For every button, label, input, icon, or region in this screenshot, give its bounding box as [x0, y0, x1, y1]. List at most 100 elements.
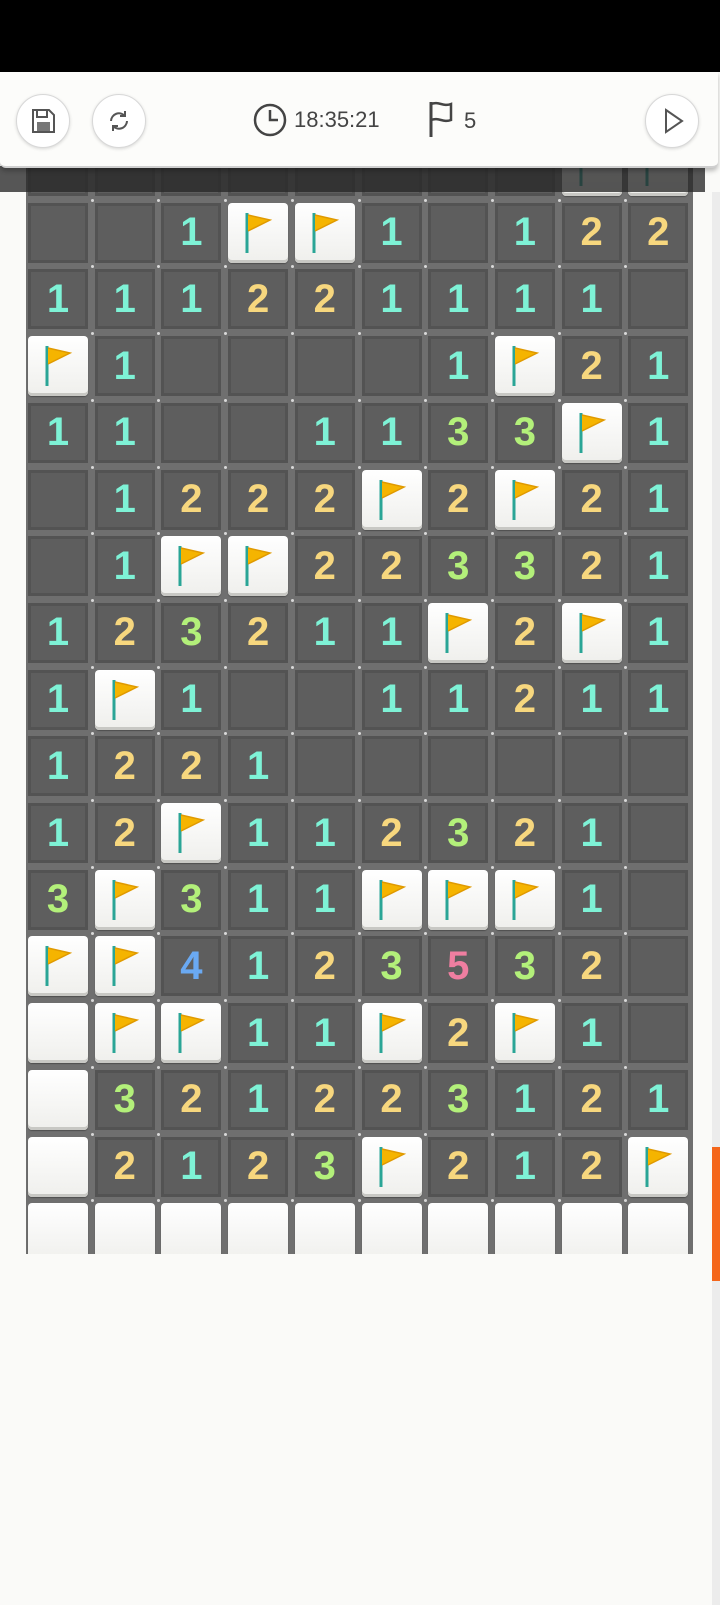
number-cell[interactable]: 2	[361, 803, 422, 863]
hidden-cell[interactable]	[628, 1203, 689, 1254]
number-cell[interactable]: 1	[561, 869, 622, 930]
flagged-cell[interactable]	[494, 1003, 555, 1064]
hidden-cell[interactable]	[361, 1203, 422, 1254]
number-cell[interactable]: 1	[628, 469, 689, 530]
number-cell[interactable]: 3	[428, 402, 489, 463]
empty-cell[interactable]	[294, 669, 355, 730]
number-cell[interactable]: 1	[428, 669, 489, 730]
number-cell[interactable]: 3	[494, 936, 555, 997]
number-cell[interactable]: 1	[361, 269, 422, 330]
scrollbar-thumb[interactable]	[712, 1147, 720, 1281]
number-cell[interactable]: 2	[494, 803, 555, 863]
number-cell[interactable]: 1	[161, 202, 222, 263]
hidden-cell[interactable]	[561, 1203, 622, 1254]
number-cell[interactable]: 2	[228, 269, 289, 330]
number-cell[interactable]: 1	[628, 669, 689, 730]
empty-cell[interactable]	[628, 1003, 689, 1064]
empty-cell[interactable]	[294, 336, 355, 397]
number-cell[interactable]: 1	[228, 1069, 289, 1130]
number-cell[interactable]: 2	[294, 269, 355, 330]
number-cell[interactable]: 1	[428, 269, 489, 330]
restart-button[interactable]	[92, 94, 146, 148]
number-cell[interactable]: 1	[628, 1069, 689, 1130]
number-cell[interactable]: 1	[494, 269, 555, 330]
number-cell[interactable]: 1	[28, 669, 88, 730]
number-cell[interactable]: 2	[428, 469, 489, 530]
flagged-cell[interactable]	[228, 202, 289, 263]
number-cell[interactable]: 1	[561, 1003, 622, 1064]
empty-cell[interactable]	[361, 736, 422, 797]
scrollbar-track[interactable]	[712, 192, 720, 1605]
flagged-cell[interactable]	[361, 469, 422, 530]
number-cell[interactable]: 2	[561, 1136, 622, 1197]
flagged-cell[interactable]	[494, 469, 555, 530]
number-cell[interactable]: 2	[561, 336, 622, 397]
number-cell[interactable]: 2	[561, 936, 622, 997]
flagged-cell[interactable]	[428, 602, 489, 663]
number-cell[interactable]: 2	[428, 1136, 489, 1197]
flagged-cell[interactable]	[561, 602, 622, 663]
number-cell[interactable]: 1	[294, 803, 355, 863]
number-cell[interactable]: 1	[94, 336, 155, 397]
number-cell[interactable]: 1	[94, 402, 155, 463]
empty-cell[interactable]	[28, 536, 88, 597]
empty-cell[interactable]	[428, 202, 489, 263]
hidden-cell[interactable]	[228, 1203, 289, 1254]
number-cell[interactable]: 1	[294, 602, 355, 663]
hidden-cell[interactable]	[161, 1203, 222, 1254]
flagged-cell[interactable]	[161, 536, 222, 597]
number-cell[interactable]: 3	[294, 1136, 355, 1197]
empty-cell[interactable]	[361, 336, 422, 397]
empty-cell[interactable]	[294, 736, 355, 797]
number-cell[interactable]: 1	[561, 669, 622, 730]
flagged-cell[interactable]	[228, 536, 289, 597]
number-cell[interactable]: 2	[494, 602, 555, 663]
number-cell[interactable]: 2	[628, 202, 689, 263]
hidden-cell[interactable]	[294, 1203, 355, 1254]
number-cell[interactable]: 1	[28, 736, 88, 797]
flagged-cell[interactable]	[161, 1003, 222, 1064]
number-cell[interactable]: 2	[228, 469, 289, 530]
flagged-cell[interactable]	[361, 1136, 422, 1197]
flagged-cell[interactable]	[94, 869, 155, 930]
number-cell[interactable]: 2	[228, 602, 289, 663]
number-cell[interactable]: 1	[161, 1136, 222, 1197]
number-cell[interactable]: 3	[161, 602, 222, 663]
number-cell[interactable]: 2	[94, 736, 155, 797]
number-cell[interactable]: 1	[94, 469, 155, 530]
number-cell[interactable]: 1	[28, 602, 88, 663]
empty-cell[interactable]	[628, 736, 689, 797]
flagged-cell[interactable]	[628, 1136, 689, 1197]
number-cell[interactable]: 1	[494, 1069, 555, 1130]
flagged-cell[interactable]	[28, 936, 88, 997]
flagged-cell[interactable]	[294, 202, 355, 263]
empty-cell[interactable]	[161, 402, 222, 463]
empty-cell[interactable]	[628, 936, 689, 997]
number-cell[interactable]: 3	[94, 1069, 155, 1130]
number-cell[interactable]: 1	[28, 803, 88, 863]
number-cell[interactable]: 2	[561, 1069, 622, 1130]
number-cell[interactable]: 1	[161, 269, 222, 330]
number-cell[interactable]: 1	[28, 269, 88, 330]
number-cell[interactable]: 2	[361, 1069, 422, 1130]
number-cell[interactable]: 2	[294, 536, 355, 597]
empty-cell[interactable]	[628, 269, 689, 330]
number-cell[interactable]: 2	[294, 936, 355, 997]
number-cell[interactable]: 1	[294, 1003, 355, 1064]
empty-cell[interactable]	[94, 202, 155, 263]
play-button[interactable]	[645, 94, 699, 148]
number-cell[interactable]: 1	[561, 269, 622, 330]
number-cell[interactable]: 1	[428, 336, 489, 397]
number-cell[interactable]: 1	[228, 803, 289, 863]
flagged-cell[interactable]	[428, 869, 489, 930]
flagged-cell[interactable]	[28, 336, 88, 397]
empty-cell[interactable]	[228, 402, 289, 463]
save-button[interactable]	[16, 94, 70, 148]
number-cell[interactable]: 4	[161, 936, 222, 997]
empty-cell[interactable]	[28, 202, 88, 263]
number-cell[interactable]: 1	[561, 803, 622, 863]
number-cell[interactable]: 1	[361, 202, 422, 263]
hidden-cell[interactable]	[28, 1203, 88, 1254]
flagged-cell[interactable]	[361, 869, 422, 930]
number-cell[interactable]: 3	[494, 536, 555, 597]
